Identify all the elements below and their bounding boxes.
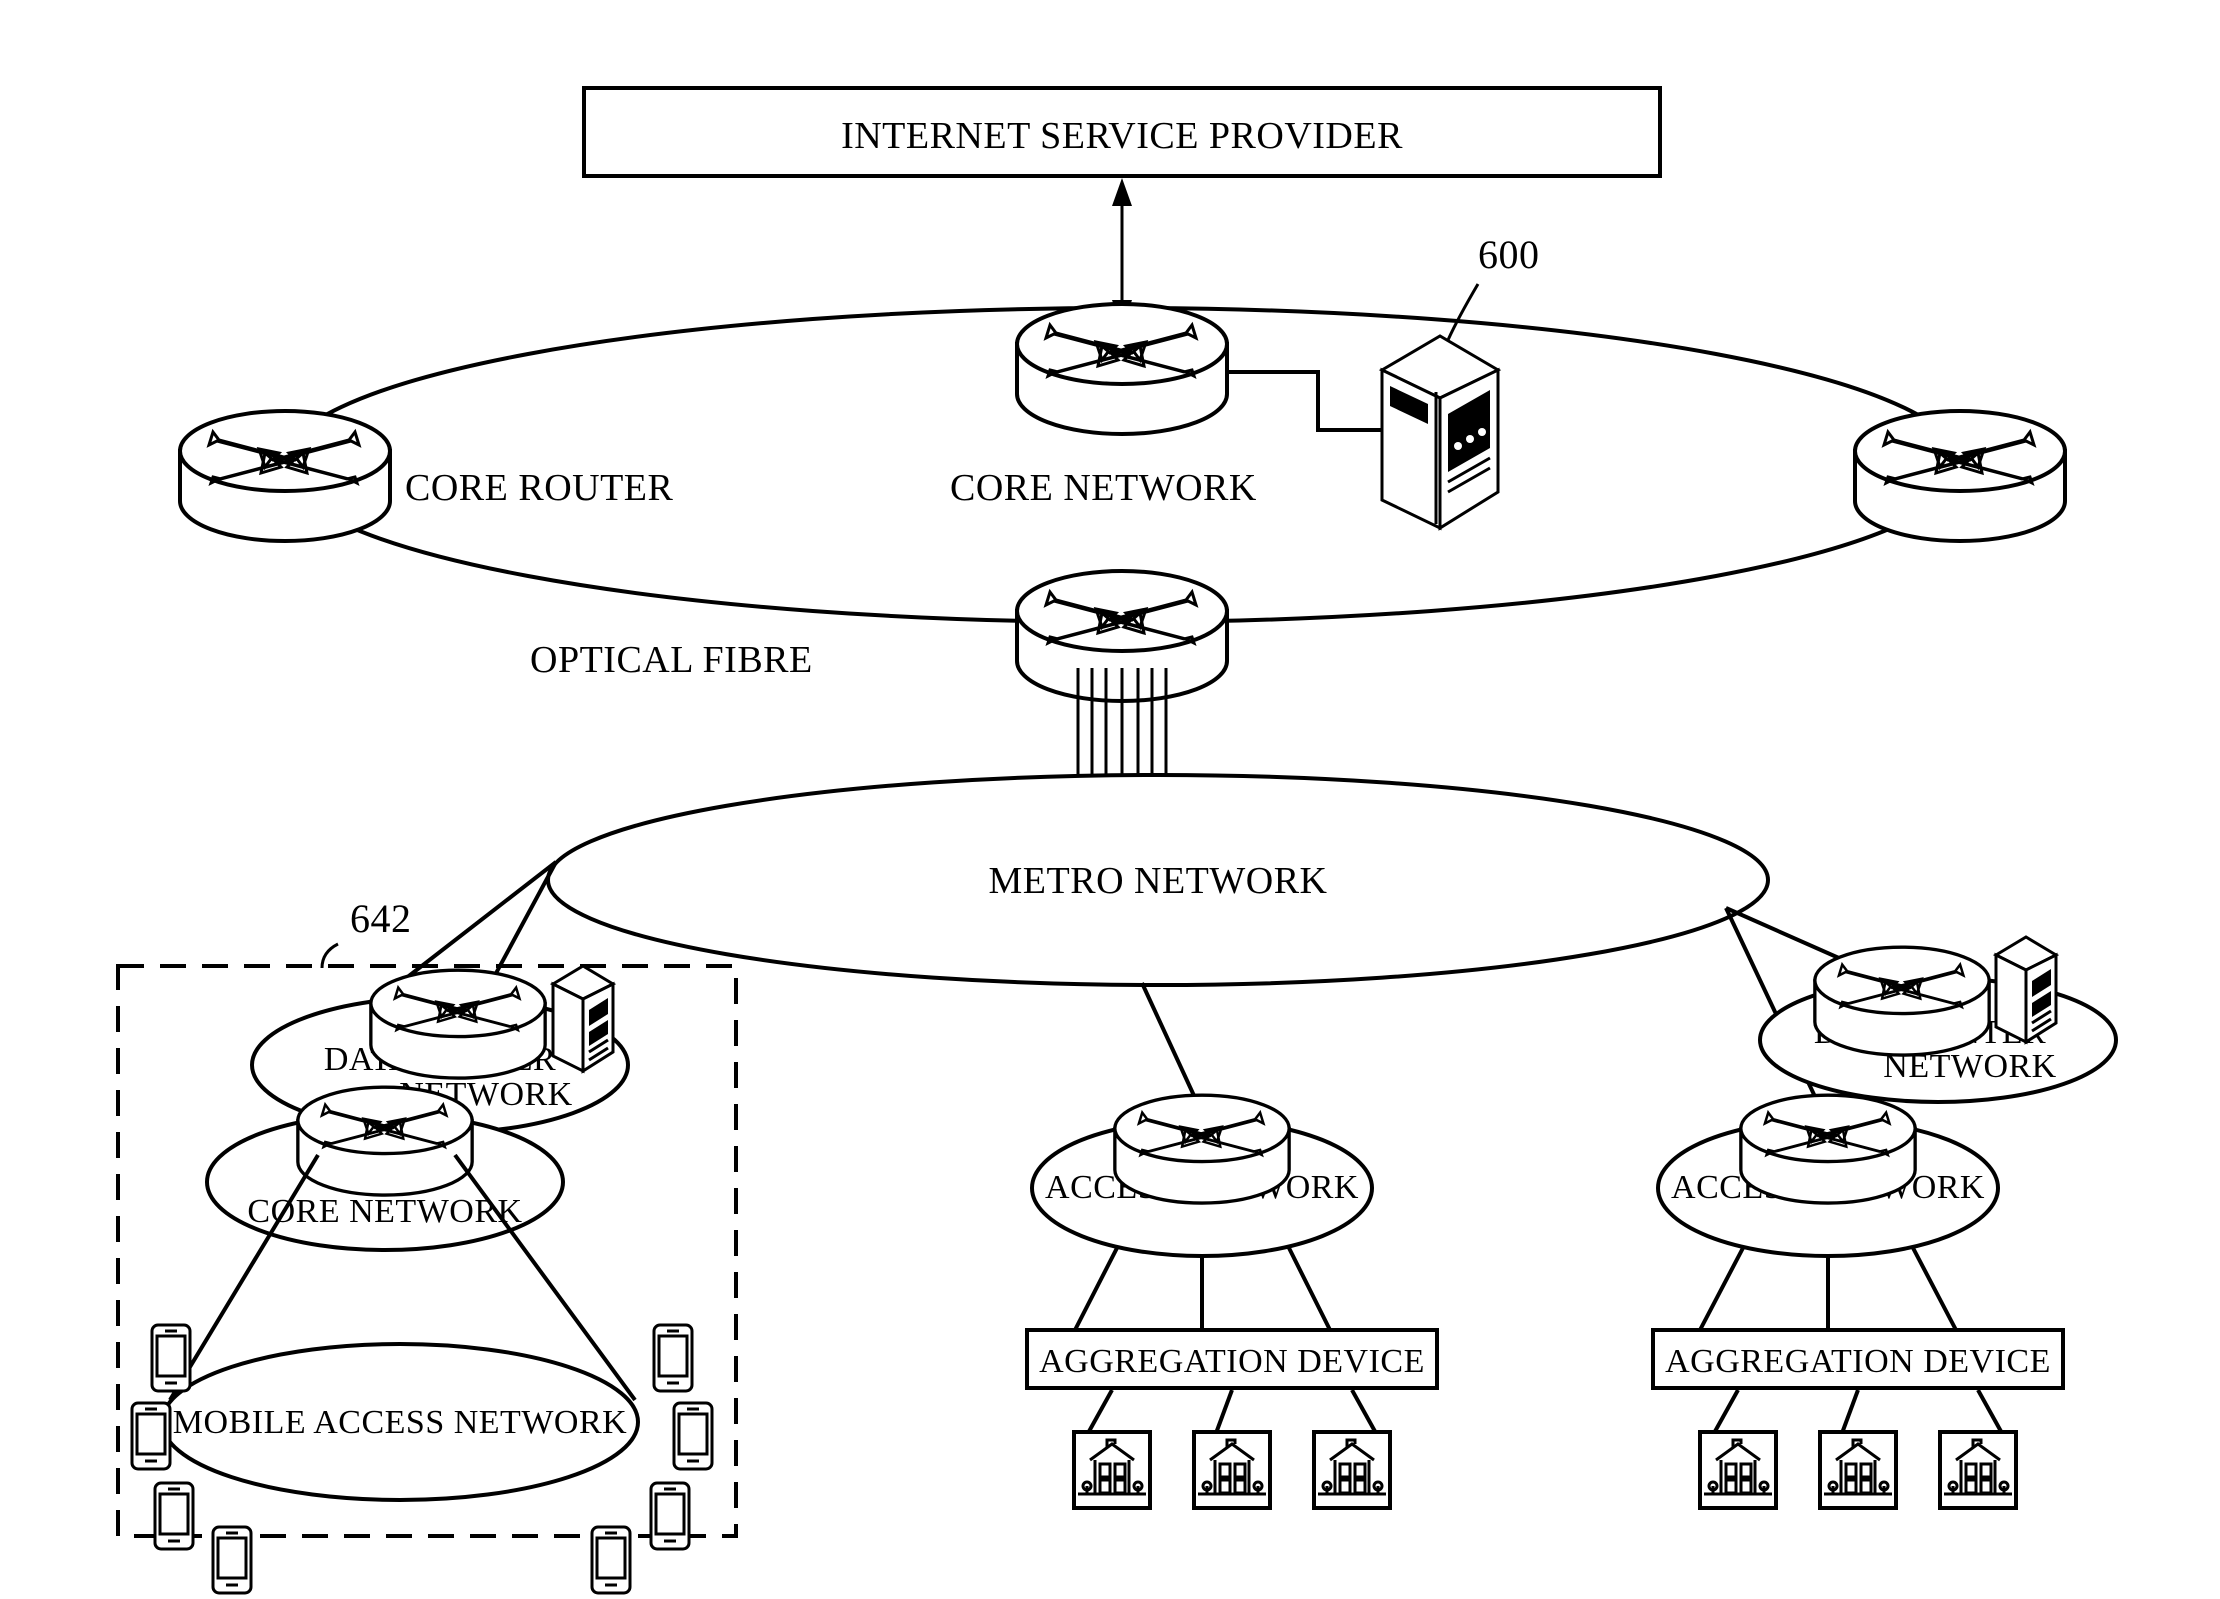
aggregation-device-right: AGGREGATION DEVICE (1651, 1328, 2065, 1390)
mobile-phone (590, 1525, 632, 1595)
metro-to-access-mid-link (1140, 982, 1204, 1114)
mobile-cluster-reference-numeral: 642 (350, 896, 412, 941)
house (1072, 1430, 1152, 1510)
house (1312, 1430, 1392, 1510)
access-mid-to-aggregation-links (1073, 1245, 1332, 1331)
mobile-phone (153, 1481, 195, 1551)
mobile-core-label-line2: CORE NETWORK (247, 1193, 522, 1230)
mobile-phone (672, 1401, 714, 1471)
mobile-access-network: MOBILE ACCESS NETWORK (160, 1342, 640, 1502)
core-router-top[interactable] (1015, 302, 1229, 436)
access-router-right[interactable] (1739, 1093, 1917, 1205)
mobile-access-label: MOBILE ACCESS NETWORK (173, 1404, 627, 1441)
house (1938, 1430, 2018, 1510)
house (1818, 1430, 1898, 1510)
house (1698, 1430, 1778, 1510)
aggregation-device-right-label: AGGREGATION DEVICE (1665, 1343, 2051, 1380)
core-server[interactable] (1380, 334, 1500, 530)
data-center-router-right[interactable] (1813, 945, 1991, 1057)
data-center-server-right[interactable] (1994, 935, 2058, 1044)
optical-fibre-label: OPTICAL FIBRE (530, 639, 813, 681)
data-center-server-left[interactable] (551, 964, 615, 1073)
core-router-label: CORE ROUTER (405, 467, 674, 509)
core-router-server-link (1228, 370, 1382, 432)
server-reference-numeral: 600 (1478, 232, 1540, 277)
aggregation-device-mid-label: AGGREGATION DEVICE (1039, 1343, 1425, 1380)
core-router-right[interactable] (1853, 409, 2067, 543)
house (1192, 1430, 1272, 1510)
mobile-phone (150, 1323, 192, 1393)
internet-service-provider-box: INTERNET SERVICE PROVIDER (582, 86, 1662, 178)
metro-network-ellipse: METRO NETWORK (546, 773, 1770, 987)
access-right-to-aggregation-links (1698, 1245, 1958, 1331)
mobile-phone (130, 1401, 172, 1471)
mobile-core-router[interactable] (296, 1085, 474, 1197)
data-center-router-left[interactable] (369, 968, 547, 1080)
mobile-phone (649, 1481, 691, 1551)
isp-label: INTERNET SERVICE PROVIDER (841, 115, 1403, 157)
metro-network-label: METRO NETWORK (989, 860, 1328, 902)
aggregation-device-mid: AGGREGATION DEVICE (1025, 1328, 1439, 1390)
server-leader-line (1446, 283, 1480, 341)
mobile-phone (652, 1323, 694, 1393)
network-architecture-diagram: INTERNET SERVICE PROVIDER CORE ROUTER CO… (116, 86, 2118, 1595)
core-network-label: CORE NETWORK (950, 467, 1257, 509)
access-router-mid[interactable] (1113, 1093, 1291, 1205)
mobile-phone (211, 1525, 253, 1595)
figure-canvas: INTERNET SERVICE PROVIDER CORE ROUTER CO… (0, 0, 2220, 1599)
core-router-left[interactable] (178, 409, 392, 543)
